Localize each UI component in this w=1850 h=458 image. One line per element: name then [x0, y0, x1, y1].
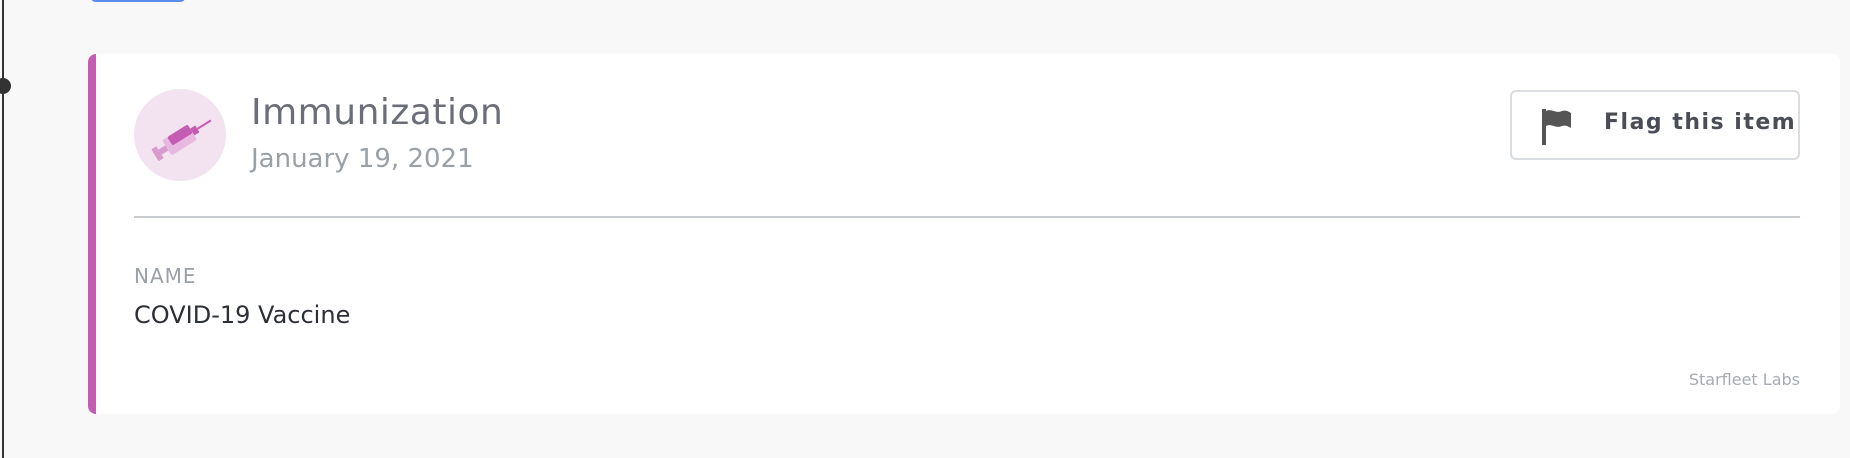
previous-card-stub — [90, 0, 186, 2]
field-label-name: NAME — [134, 264, 197, 288]
card-divider — [134, 216, 1800, 218]
field-value-name: COVID-19 Vaccine — [134, 301, 351, 329]
card-date: January 19, 2021 — [251, 144, 474, 174]
card-title: Immunization — [251, 92, 504, 133]
page: Immunization January 19, 2021 Flag this … — [0, 0, 1850, 458]
flag-icon — [1540, 108, 1572, 150]
card-source: Starfleet Labs — [1688, 370, 1800, 389]
flag-button-label: Flag this item — [1604, 110, 1797, 135]
flag-item-button[interactable]: Flag this item — [1510, 90, 1800, 160]
timeline-dot — [0, 78, 11, 94]
syringe-icon — [134, 89, 226, 181]
timeline-line — [2, 0, 4, 458]
immunization-card: Immunization January 19, 2021 Flag this … — [88, 54, 1840, 414]
card-accent-bar — [88, 54, 96, 414]
